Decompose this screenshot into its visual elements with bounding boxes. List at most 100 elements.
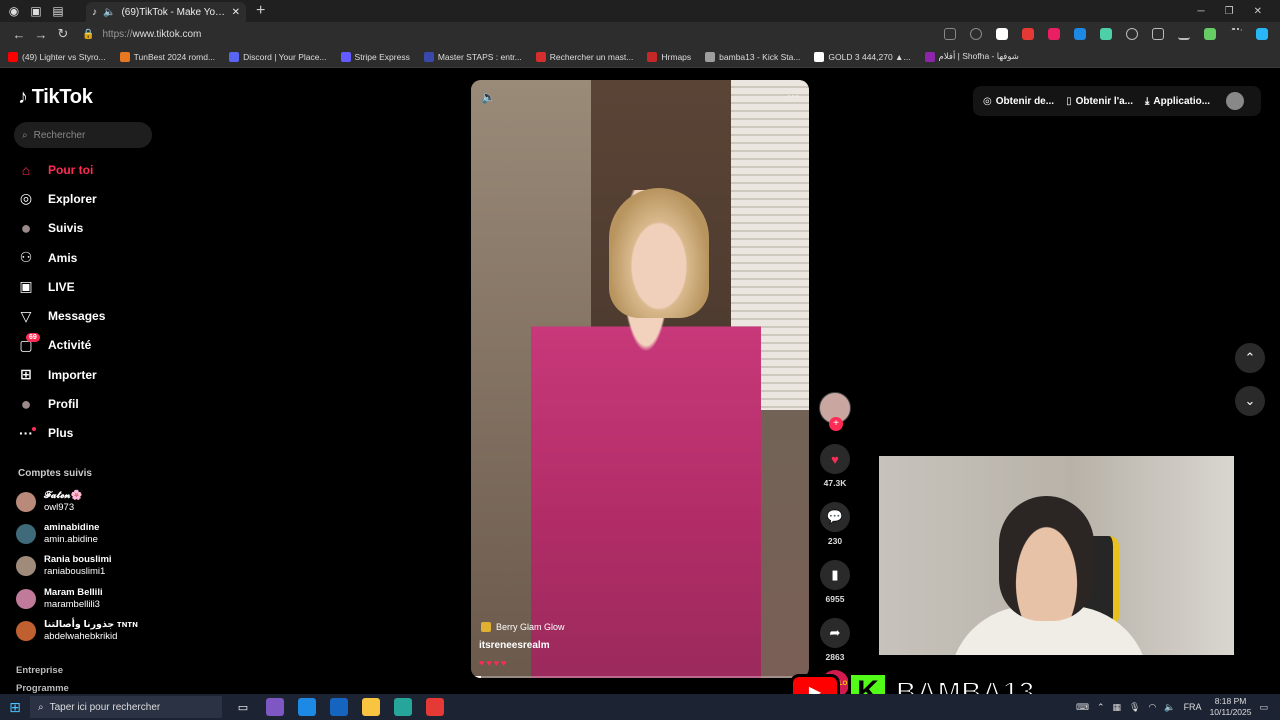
video-author[interactable]: itsreneesrealm (479, 640, 550, 651)
tiktok-logo[interactable]: ♪ TikTok (18, 86, 93, 109)
app-window-icon[interactable] (426, 698, 444, 716)
app-available-icon[interactable] (944, 28, 956, 40)
back-button[interactable]: ← (8, 27, 30, 42)
nav-item-profil[interactable]: ● Profil (16, 389, 166, 418)
tab-actions-icon[interactable]: ▤ (50, 3, 66, 19)
account-display-name: aminabidine (44, 522, 100, 534)
get-app-button[interactable]: ▯ Obtenir l'a... (1066, 96, 1133, 107)
url-field[interactable]: 🔒 https://www.tiktok.com (82, 29, 944, 40)
nav-item-activit-[interactable]: ▢ 69 Activité (16, 331, 166, 360)
mail-icon[interactable] (330, 698, 348, 716)
nav-label: Messages (48, 309, 106, 324)
nav-item-explorer[interactable]: ◎ Explorer (16, 184, 166, 213)
split-screen-icon[interactable] (1152, 28, 1164, 40)
follow-plus-icon[interactable]: + (829, 417, 843, 431)
copilot-icon[interactable] (266, 698, 284, 716)
system-clock[interactable]: 8:18 PM 10/11/2025 (1210, 696, 1252, 718)
bookmark-item[interactable]: (49) Lighter vs Styro... (8, 51, 106, 62)
share-icon: ➦ (829, 625, 841, 640)
following-account-item[interactable]: aminabidine amin.abidine (16, 518, 138, 550)
taskbar-search[interactable]: ⌕ Taper ici pour rechercher (30, 696, 222, 718)
file-explorer-icon[interactable] (362, 698, 380, 716)
browser-tab-tiktok[interactable]: ♪ 🔈 (69)TikTok - Make Your Day ✕ (86, 2, 246, 22)
extension-icon[interactable] (1074, 28, 1086, 40)
extension-icon[interactable] (1022, 28, 1034, 40)
bookmark-item[interactable]: Hrmaps (647, 51, 691, 62)
get-coins-button[interactable]: ◎ Obtenir de... (983, 96, 1054, 107)
tray-network-icon[interactable]: ▦ (1113, 702, 1122, 713)
browser-essentials-icon[interactable] (1204, 28, 1216, 40)
video-music-tag[interactable]: Berry Glam Glow (481, 622, 565, 632)
footer-link-business[interactable]: Entreprise (16, 665, 63, 676)
following-account-item[interactable]: جذورنا وأصالتنا ᴛɴᴛɴ abdelwahebkrikid (16, 615, 138, 647)
tray-keyboard-icon[interactable]: ⌨ (1076, 702, 1089, 713)
settings-more-icon[interactable] (1230, 28, 1242, 40)
download-icon[interactable] (1178, 28, 1190, 40)
share-button[interactable]: ➦ (820, 618, 850, 648)
volume-icon[interactable]: 🔈 (481, 90, 496, 104)
main-nav: ⌂ Pour toi ◎ Explorer ● Suivis ⚇ Amis ▣ LIVE ▽ Mess… (16, 155, 166, 448)
like-button[interactable]: ♥ (820, 444, 850, 474)
new-tab-button[interactable]: + (256, 3, 265, 19)
nav-item-live[interactable]: ▣ LIVE (16, 272, 166, 301)
bookmark-item[interactable]: Stripe Express (340, 51, 410, 62)
refresh-extension-icon[interactable] (1126, 28, 1138, 40)
workspaces-icon[interactable]: ▣ (28, 3, 44, 19)
previous-video-button[interactable]: ⌃ (1235, 343, 1265, 373)
bookmark-item[interactable]: أفلام | Shofha - شوفها (924, 51, 1019, 62)
video-caption: ♥♥♥♥ (479, 658, 509, 668)
nav-item-suivis[interactable]: ● Suivis (16, 214, 166, 243)
notifications-icon[interactable]: ▭ (1259, 702, 1268, 713)
following-account-item[interactable]: Maram Bellili marambellili3 (16, 583, 138, 615)
chevron-down-icon: ⌄ (1244, 393, 1256, 408)
profile-icon[interactable]: ◉ (6, 3, 22, 19)
user-avatar[interactable] (1226, 92, 1245, 110)
desktop-app-button[interactable]: ⤓ Applicatio... (1145, 96, 1210, 107)
more-options-icon[interactable]: ··· (787, 88, 799, 102)
download-icon: ⤓ (1144, 95, 1150, 107)
save-button[interactable]: ▮ (820, 560, 850, 590)
bookmark-item[interactable]: bamba13 - Kick Sta... (705, 51, 800, 62)
search-input[interactable]: ⌕ Rechercher (14, 122, 152, 148)
store-icon[interactable] (298, 698, 316, 716)
video-progress-bar[interactable] (471, 676, 809, 678)
next-video-button[interactable]: ⌄ (1235, 386, 1265, 416)
nav-item-plus[interactable]: ··· Plus (16, 419, 166, 448)
reload-button[interactable]: ↻ (52, 26, 74, 42)
tray-wifi-icon[interactable]: ◠ (1148, 702, 1156, 713)
following-account-item[interactable]: Rania bouslimi raniabouslimi1 (16, 550, 138, 582)
bookmark-item[interactable]: Rechercher un mast... (535, 51, 633, 62)
heart-icon: ♥ (831, 451, 839, 467)
extension-icon[interactable] (996, 28, 1008, 40)
extension-icon[interactable] (1100, 28, 1112, 40)
close-tab-icon[interactable]: ✕ (232, 7, 240, 18)
nav-item-messages[interactable]: ▽ Messages (16, 301, 166, 330)
tray-mic-icon[interactable]: 🎙 (1129, 702, 1140, 713)
copilot-icon[interactable] (1256, 28, 1268, 40)
footer-link-program[interactable]: Programme (16, 683, 69, 694)
video-player[interactable]: 🔈 ··· Berry Glam Glow itsreneesrealm ♥♥♥… (471, 80, 809, 678)
comment-button[interactable]: 💬 (820, 502, 850, 532)
language-indicator[interactable]: FRA (1184, 702, 1202, 712)
task-view-icon[interactable]: ▭ (234, 698, 252, 716)
windows-start-button[interactable]: ⊞ (0, 699, 30, 716)
creator-avatar[interactable]: + (819, 392, 851, 431)
edge-icon[interactable] (394, 698, 412, 716)
bookmark-item[interactable]: GOLD 3 444,270 ▲... (814, 51, 911, 62)
nav-item-amis[interactable]: ⚇ Amis (16, 243, 166, 272)
minimize-button[interactable]: ─ (1198, 6, 1205, 17)
extension-icon[interactable] (1048, 28, 1060, 40)
speaker-icon[interactable]: 🔈 (103, 7, 115, 18)
nav-item-importer[interactable]: ⊞ Importer (16, 360, 166, 389)
nav-item-pour-toi[interactable]: ⌂ Pour toi (16, 155, 166, 184)
bookmark-item[interactable]: TunBest 2024 romd... (119, 51, 215, 62)
bookmark-item[interactable]: Master STAPS : entr... (423, 51, 522, 62)
restore-button[interactable]: ❐ (1225, 6, 1234, 17)
tray-chevron-icon[interactable]: ⌃ (1097, 702, 1105, 713)
forward-button[interactable]: → (30, 27, 52, 42)
close-window-button[interactable]: ✕ (1254, 6, 1262, 17)
following-account-item[interactable]: 𝓕𝓪𝓽𝓮𝓷🌸 owl973 (16, 486, 138, 518)
bookmark-item[interactable]: Discord | Your Place... (229, 51, 327, 62)
tray-volume-icon[interactable]: 🔈 (1164, 702, 1175, 713)
favorite-star-icon[interactable] (970, 28, 982, 40)
